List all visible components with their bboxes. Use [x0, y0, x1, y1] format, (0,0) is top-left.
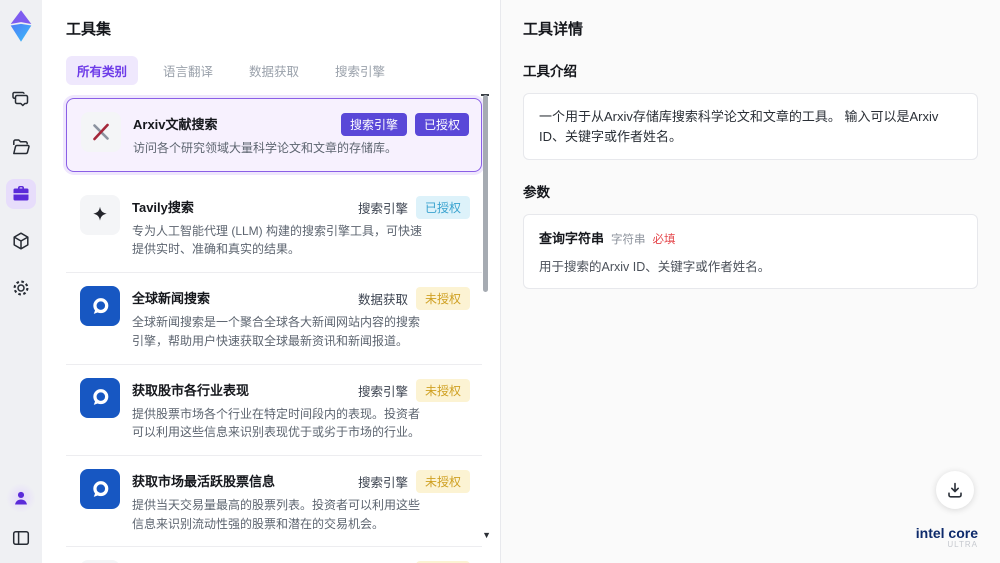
tool-tags: 搜索引擎 已授权	[340, 113, 469, 136]
tool-tags: 搜索引擎未授权	[357, 378, 470, 402]
tool-intro-card: 一个用于从Arxiv存储库搜索科学论文和文章的工具。 输入可以是Arxiv ID…	[523, 93, 978, 160]
tool-auth-badge: 未授权	[415, 287, 470, 311]
tool-card[interactable]: 获取股市各行业表现 提供股票市场各个行业在特定时间段内的表现。投资者可以利用这些信…	[66, 365, 482, 457]
tool-card[interactable]: 万维地区新闻查询查询具体行政区划内的新闻，快速了解各地新闻动搜索引擎未授权	[66, 547, 482, 563]
tool-auth-badge: 未授权	[415, 470, 470, 494]
param-description: 用于搜索的Arxiv ID、关键字或作者姓名。	[539, 260, 771, 274]
arxiv-icon	[81, 112, 121, 152]
tool-auth-badge: 未授权	[415, 378, 470, 402]
settings-icon[interactable]	[6, 273, 36, 303]
tool-list: Arxiv文献搜索 访问各个研究领域大量科学论文和文章的存储库。 搜索引擎 已授权 Ta…	[66, 98, 482, 563]
detail-title: 工具详情	[523, 21, 584, 38]
tool-description: 专为人工智能代理 (LLM) 构建的搜索引擎工具，可快速提供实时、准确和真实的结…	[132, 223, 423, 257]
tool-category-tag: 搜索引擎	[357, 384, 408, 399]
intel-brand-text: intel core	[915, 524, 978, 541]
tool-tags: 搜索引擎未授权	[357, 470, 470, 494]
tool-card[interactable]: 全球新闻搜索 全球新闻搜索是一个聚合全球各大新闻网站内容的搜索引擎，帮助用户快速获…	[66, 273, 482, 365]
tab-0[interactable]: 所有类别	[66, 56, 139, 85]
param-type: 字符串	[611, 234, 646, 246]
news-bubble-icon	[80, 377, 120, 418]
param-card: 查询字符串 字符串 必填 用于搜索的Arxiv ID、关键字或作者姓名。	[523, 214, 978, 289]
tool-description: 访问各个研究领域大量科学论文和文章的存储库。	[133, 141, 398, 155]
param-required-flag: 必填	[652, 234, 676, 246]
tool-description: 提供当天交易量最高的股票列表。投资者可以利用这些信息来识别流动性强的股票和潜在的…	[132, 498, 421, 531]
toolbox-icon[interactable]	[6, 179, 36, 209]
left-rail	[0, 0, 42, 563]
tool-detail-pane: 工具详情 工具介绍 一个用于从Arxiv存储库搜索科学论文和文章的工具。 输入可…	[500, 0, 1000, 563]
tool-category-tag: 搜索引擎	[357, 201, 408, 216]
scroll-down-indicator[interactable]: ▼	[482, 530, 491, 540]
tool-category-tag: 数据获取	[357, 293, 408, 308]
news-bubble-icon	[80, 469, 120, 510]
tool-card[interactable]: Arxiv文献搜索 访问各个研究领域大量科学论文和文章的存储库。 搜索引擎 已授权	[66, 98, 482, 172]
tool-auth-badge: 已授权	[415, 195, 470, 219]
download-icon	[948, 482, 962, 498]
category-tabs: 所有类别 语言翻译 数据获取 搜索引擎	[66, 56, 500, 85]
intel-core-logo: intel core ULTRA	[915, 524, 978, 550]
scrollbar-thumb[interactable]	[483, 95, 488, 292]
page-title: 工具集	[66, 21, 112, 38]
cube-icon[interactable]	[6, 226, 36, 256]
news-bubble-icon	[80, 286, 120, 327]
tab-3[interactable]: 搜索引擎	[324, 56, 396, 85]
tool-description: 提供股票市场各个行业在特定时间段内的表现。投资者可以利用这些信息来识别表现优于或…	[132, 406, 421, 440]
tool-auth-badge: 已授权	[414, 113, 469, 136]
rail-bottom	[6, 483, 36, 553]
folder-icon[interactable]	[6, 132, 36, 162]
user-icon[interactable]	[6, 483, 36, 513]
tool-category-tag: 搜索引擎	[357, 476, 408, 491]
sparkle-icon	[80, 194, 120, 235]
rail-nav	[6, 85, 36, 303]
download-button[interactable]	[936, 471, 974, 509]
intro-heading: 工具介绍	[523, 64, 577, 79]
tool-tags: 数据获取 未授权	[357, 287, 470, 311]
tool-tags: 搜索引擎 已授权	[357, 195, 470, 219]
chat-icon[interactable]	[6, 85, 36, 115]
param-name: 查询字符串	[539, 231, 605, 246]
tool-card[interactable]: Tavily搜索 专为人工智能代理 (LLM) 构建的搜索引擎工具，可快速提供实时…	[66, 182, 482, 274]
tab-2[interactable]: 数据获取	[238, 56, 310, 85]
tool-category-tag: 搜索引擎	[340, 113, 407, 136]
tool-description: 全球新闻搜索是一个聚合全球各大新闻网站内容的搜索引擎，帮助用户快速获取全球最新资…	[132, 315, 421, 348]
tab-1[interactable]: 语言翻译	[152, 56, 224, 85]
app-logo	[6, 9, 36, 43]
tool-card[interactable]: 获取市场最活跃股票信息 提供当天交易量最高的股票列表。投资者可以利用这些信息来识别…	[66, 456, 482, 548]
tool-list-pane: 工具集 所有类别 语言翻译 数据获取 搜索引擎 Arxiv文献搜索 访问各个研究领域大量…	[42, 0, 500, 563]
params-heading: 参数	[523, 185, 550, 200]
panel-toggle-icon[interactable]	[6, 523, 36, 553]
intel-brand-subtext: ULTRA	[947, 540, 978, 550]
